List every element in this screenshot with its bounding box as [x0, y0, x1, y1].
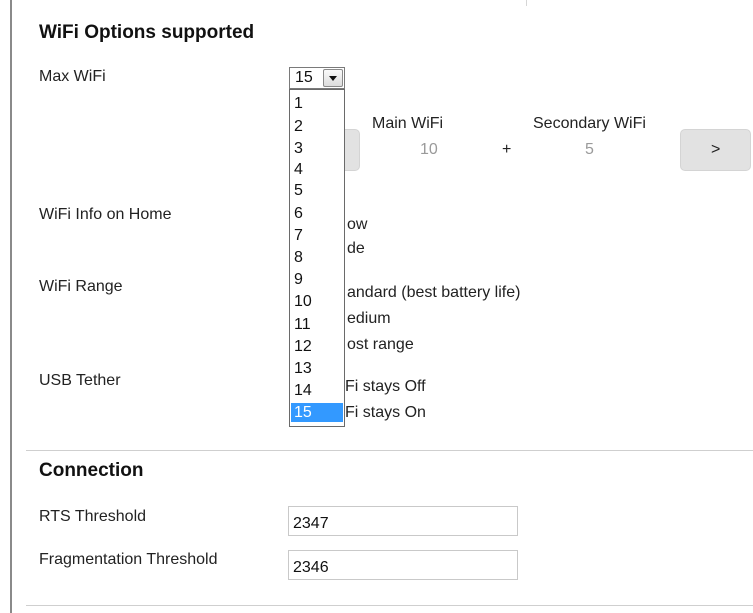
- dropdown-option[interactable]: 1: [291, 94, 343, 113]
- chevron-down-icon: [329, 76, 337, 81]
- dropdown-option[interactable]: 7: [291, 226, 343, 245]
- dropdown-option[interactable]: 11: [291, 315, 343, 334]
- main-wifi-count: 10: [420, 141, 438, 158]
- dropdown-option[interactable]: 4: [291, 160, 343, 179]
- dropdown-option-selected[interactable]: 15: [291, 403, 343, 422]
- fragmentation-threshold-label: Fragmentation Threshold: [39, 551, 218, 568]
- wifi-info-home-option-hide[interactable]: de: [347, 240, 365, 258]
- wifi-range-option-most[interactable]: ost range: [347, 336, 414, 354]
- secondary-wifi-label: Secondary WiFi: [533, 115, 646, 132]
- wifi-range-label: WiFi Range: [39, 278, 123, 295]
- bottom-divider: [26, 605, 753, 606]
- dropdown-option[interactable]: 14: [291, 381, 343, 400]
- plus-sign: +: [502, 141, 512, 158]
- max-wifi-dropdown-list[interactable]: 1 2 3 4 5 6 7 8 9 10 11 12 13 14 15: [289, 89, 345, 427]
- rts-threshold-input[interactable]: [288, 506, 518, 536]
- dropdown-arrow-button[interactable]: [323, 69, 343, 87]
- wifi-range-option-medium[interactable]: edium: [347, 310, 391, 328]
- dropdown-option[interactable]: 2: [291, 117, 343, 136]
- dropdown-option[interactable]: 9: [291, 270, 343, 289]
- section-title-connection: Connection: [39, 460, 144, 481]
- wifi-range-option-standard[interactable]: andard (best battery life): [347, 284, 520, 302]
- dropdown-option[interactable]: 5: [291, 181, 343, 200]
- rts-threshold-label: RTS Threshold: [39, 508, 147, 525]
- next-button[interactable]: >: [680, 129, 751, 171]
- usb-tether-label: USB Tether: [39, 372, 121, 389]
- top-divider: [526, 0, 527, 6]
- usb-tether-option-on[interactable]: Fi stays On: [345, 404, 426, 422]
- dropdown-option[interactable]: 12: [291, 337, 343, 356]
- left-border: [10, 0, 12, 613]
- dropdown-option[interactable]: 3: [291, 139, 343, 158]
- fragmentation-threshold-input[interactable]: [288, 550, 518, 580]
- dropdown-option[interactable]: 6: [291, 204, 343, 223]
- wifi-info-home-label: WiFi Info on Home: [39, 206, 172, 223]
- max-wifi-label: Max WiFi: [39, 68, 106, 85]
- section-title-wifi-options: WiFi Options supported: [39, 22, 255, 43]
- max-wifi-select[interactable]: 15: [289, 67, 345, 89]
- dropdown-option[interactable]: 13: [291, 359, 343, 378]
- next-button-label: >: [711, 141, 721, 158]
- section-divider: [26, 450, 753, 451]
- max-wifi-selected-value: 15: [295, 69, 313, 86]
- wifi-info-home-option-show[interactable]: ow: [347, 216, 367, 234]
- usb-tether-option-off[interactable]: Fi stays Off: [345, 378, 426, 396]
- dropdown-option[interactable]: 8: [291, 248, 343, 267]
- main-wifi-label: Main WiFi: [372, 115, 444, 132]
- secondary-wifi-count: 5: [585, 141, 594, 158]
- dropdown-option[interactable]: 10: [291, 292, 343, 311]
